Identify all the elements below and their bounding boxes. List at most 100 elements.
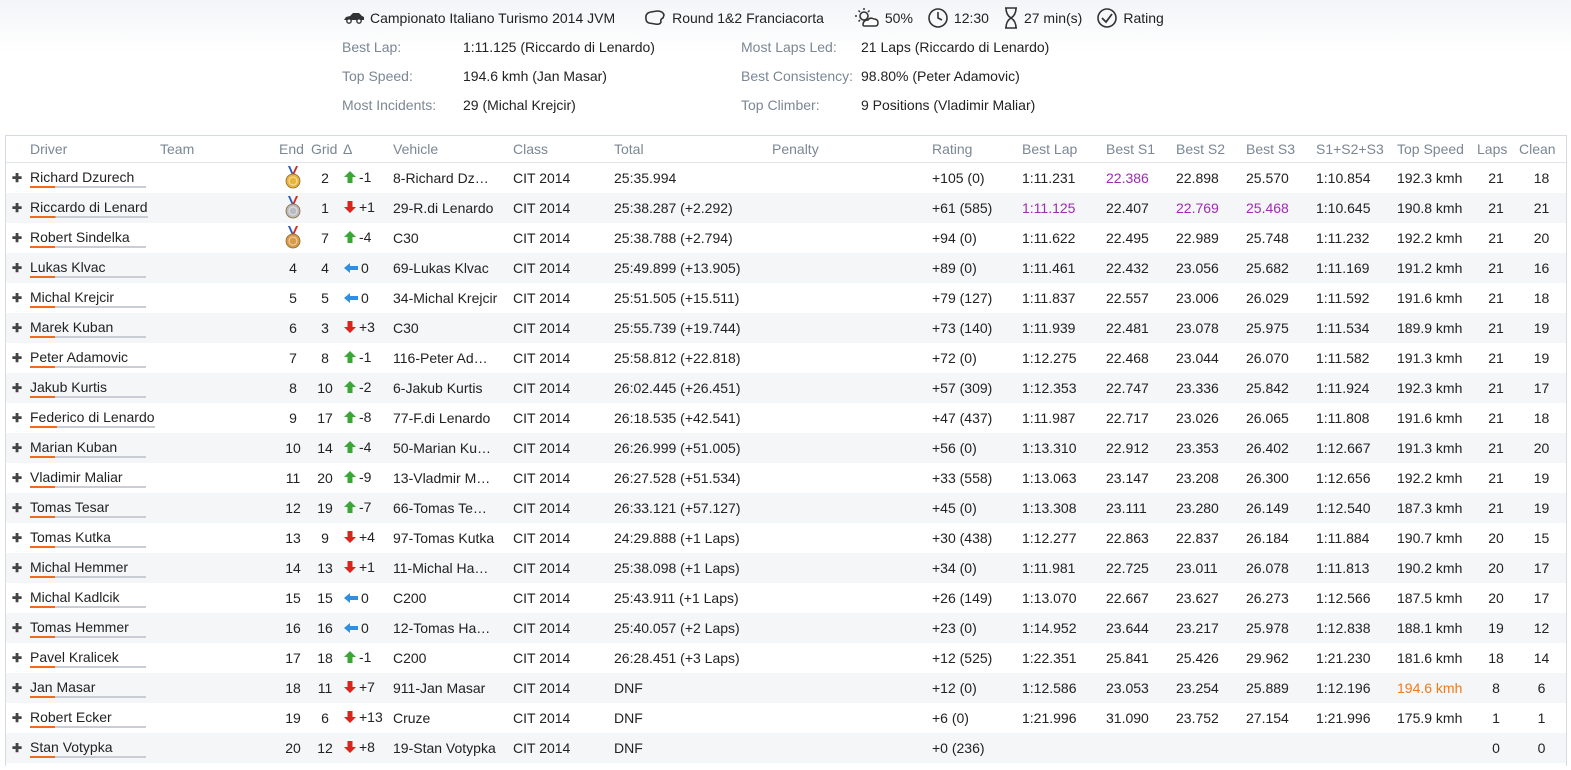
table-row[interactable]: ✚ Pavel Kralicek 17 18 -1 C200 CIT 2014 26:28.4… (6, 643, 1566, 673)
expand-toggle[interactable]: ✚ (6, 673, 28, 703)
plus-icon[interactable]: ✚ (12, 231, 22, 245)
expand-toggle[interactable]: ✚ (6, 253, 28, 283)
column-header-top-speed[interactable]: Top Speed (1395, 136, 1475, 163)
driver-cell[interactable]: Robert Ecker (28, 703, 158, 733)
table-row[interactable]: ✚ Jakub Kurtis 8 10 -2 6-Jakub Kurtis CIT 2014… (6, 373, 1566, 403)
expand-toggle[interactable]: ✚ (6, 493, 28, 523)
table-row[interactable]: ✚ Tomas Kutka 13 9 +4 97-Tomas Kutka CIT 2014 2… (6, 523, 1566, 553)
table-row[interactable]: ✚ Tomas Hemmer 16 16 0 12-Tomas Ha… CIT 2014 25… (6, 613, 1566, 643)
driver-name[interactable]: Michal Kadlcik (30, 588, 146, 608)
column-header-best-s2[interactable]: Best S2 (1174, 136, 1244, 163)
table-row[interactable]: ✚ Jan Masar 18 11 +7 911-Jan Masar CIT 2014 DNF… (6, 673, 1566, 703)
driver-name[interactable]: Federico di Lenardo (30, 408, 155, 428)
table-row[interactable]: ✚ Lukas Klvac 4 4 0 69-Lukas Klvac CIT 2014 25:… (6, 253, 1566, 283)
driver-name[interactable]: Robert Ecker (30, 708, 146, 728)
plus-icon[interactable]: ✚ (12, 531, 22, 545)
driver-name[interactable]: Vladimir Maliar (30, 468, 146, 488)
expand-toggle[interactable]: ✚ (6, 283, 28, 313)
column-header-penalty[interactable]: Penalty (770, 136, 930, 163)
driver-name[interactable]: Tomas Kutka (30, 528, 146, 548)
column-header-best-s3[interactable]: Best S3 (1244, 136, 1314, 163)
plus-icon[interactable]: ✚ (12, 741, 22, 755)
column-header-best-s1[interactable]: Best S1 (1104, 136, 1174, 163)
table-row[interactable]: ✚ Tomas Tesar 12 19 -7 66-Tomas Te… CIT 2014 26… (6, 493, 1566, 523)
driver-cell[interactable]: Michal Kadlcik (28, 583, 158, 613)
expand-toggle[interactable]: ✚ (6, 733, 28, 763)
driver-name[interactable]: Michal Hemmer (30, 558, 146, 578)
driver-cell[interactable]: Jakub Kurtis (28, 373, 158, 403)
table-row[interactable]: ✚ Marian Kuban 10 14 -4 50-Marian Ku… CIT 2014… (6, 433, 1566, 463)
column-header-end[interactable]: End (277, 136, 309, 163)
plus-icon[interactable]: ✚ (12, 471, 22, 485)
driver-name[interactable]: Pavel Kralicek (30, 648, 146, 668)
column-header-driver[interactable]: Driver (28, 136, 158, 163)
table-row[interactable]: ✚ Stan Votypka 20 12 +8 19-Stan Votypka CIT 20… (6, 733, 1566, 763)
driver-cell[interactable]: Stan Votypka (28, 733, 158, 763)
driver-cell[interactable]: Michal Krejcir (28, 283, 158, 313)
plus-icon[interactable]: ✚ (12, 351, 22, 365)
driver-cell[interactable]: Vladimir Maliar (28, 463, 158, 493)
plus-icon[interactable]: ✚ (12, 621, 22, 635)
driver-cell[interactable]: Riccardo di Lenard (28, 193, 158, 223)
column-header-clean[interactable]: Clean (1517, 136, 1566, 163)
driver-cell[interactable]: Tomas Hemmer (28, 613, 158, 643)
driver-cell[interactable]: Jan Masar (28, 673, 158, 703)
table-row[interactable]: ✚ Robert Sindelka 7 -4 C30 CIT 2014 25:38.788 … (6, 223, 1566, 253)
plus-icon[interactable]: ✚ (12, 381, 22, 395)
driver-name[interactable]: Stan Votypka (30, 738, 146, 758)
expand-toggle[interactable]: ✚ (6, 223, 28, 253)
driver-name[interactable]: Peter Adamovic (30, 348, 146, 368)
table-row[interactable]: ✚ Marek Kuban 6 3 +3 C30 CIT 2014 25:55.739 (+1… (6, 313, 1566, 343)
plus-icon[interactable]: ✚ (12, 261, 22, 275)
driver-name[interactable]: Riccardo di Lenard (30, 198, 148, 218)
plus-icon[interactable]: ✚ (12, 681, 22, 695)
expand-toggle[interactable]: ✚ (6, 583, 28, 613)
plus-icon[interactable]: ✚ (12, 711, 22, 725)
expand-toggle[interactable]: ✚ (6, 613, 28, 643)
plus-icon[interactable]: ✚ (12, 501, 22, 515)
driver-cell[interactable]: Michal Hemmer (28, 553, 158, 583)
column-header-rating[interactable]: Rating (930, 136, 1020, 163)
column-header-team[interactable]: Team (158, 136, 277, 163)
plus-icon[interactable]: ✚ (12, 411, 22, 425)
table-row[interactable]: ✚ Peter Adamovic 7 8 -1 116-Peter Ad… CIT 2014… (6, 343, 1566, 373)
column-header-vehicle[interactable]: Vehicle (391, 136, 511, 163)
driver-name[interactable]: Robert Sindelka (30, 228, 146, 248)
column-header-s1-s2-s3[interactable]: S1+S2+S3 (1314, 136, 1395, 163)
table-row[interactable]: ✚ Robert Ecker 19 6 +13 Cruze CIT 2014 DNF +6 (0… (6, 703, 1566, 733)
driver-name[interactable]: Jakub Kurtis (30, 378, 146, 398)
plus-icon[interactable]: ✚ (12, 201, 22, 215)
expand-toggle[interactable]: ✚ (6, 703, 28, 733)
driver-cell[interactable]: Tomas Tesar (28, 493, 158, 523)
column-header-total[interactable]: Total (612, 136, 770, 163)
expand-toggle[interactable]: ✚ (6, 343, 28, 373)
driver-cell[interactable]: Tomas Kutka (28, 523, 158, 553)
expand-toggle[interactable]: ✚ (6, 433, 28, 463)
plus-icon[interactable]: ✚ (12, 561, 22, 575)
column-header-laps[interactable]: Laps (1475, 136, 1517, 163)
column-header-grid[interactable]: Grid (309, 136, 341, 163)
expand-toggle[interactable]: ✚ (6, 163, 28, 194)
driver-cell[interactable]: Peter Adamovic (28, 343, 158, 373)
expand-toggle[interactable]: ✚ (6, 523, 28, 553)
expand-toggle[interactable]: ✚ (6, 403, 28, 433)
driver-name[interactable]: Michal Krejcir (30, 288, 146, 308)
column-header-[interactable]: Δ (341, 136, 391, 163)
table-row[interactable]: ✚ Vladimir Maliar 11 20 -9 13-Vladmir M… CIT 2… (6, 463, 1566, 493)
driver-cell[interactable]: Robert Sindelka (28, 223, 158, 253)
driver-name[interactable]: Marek Kuban (30, 318, 146, 338)
table-row[interactable]: ✚ Michal Kadlcik 15 15 0 C200 CIT 2014 25:43.91… (6, 583, 1566, 613)
plus-icon[interactable]: ✚ (12, 171, 22, 185)
driver-name[interactable]: Marian Kuban (30, 438, 146, 458)
expand-toggle[interactable]: ✚ (6, 313, 28, 343)
column-header-best-lap[interactable]: Best Lap (1020, 136, 1104, 163)
plus-icon[interactable]: ✚ (12, 441, 22, 455)
expand-toggle[interactable]: ✚ (6, 463, 28, 493)
plus-icon[interactable]: ✚ (12, 291, 22, 305)
table-row[interactable]: ✚ Richard Dzurech 2 -1 8-Richard Dz… CIT 2014… (6, 163, 1566, 194)
driver-cell[interactable]: Richard Dzurech (28, 163, 158, 194)
driver-cell[interactable]: Lukas Klvac (28, 253, 158, 283)
plus-icon[interactable]: ✚ (12, 591, 22, 605)
table-row[interactable]: ✚ Riccardo di Lenard 1 +1 29-R.di Lenardo CIT… (6, 193, 1566, 223)
column-header-class[interactable]: Class (511, 136, 612, 163)
